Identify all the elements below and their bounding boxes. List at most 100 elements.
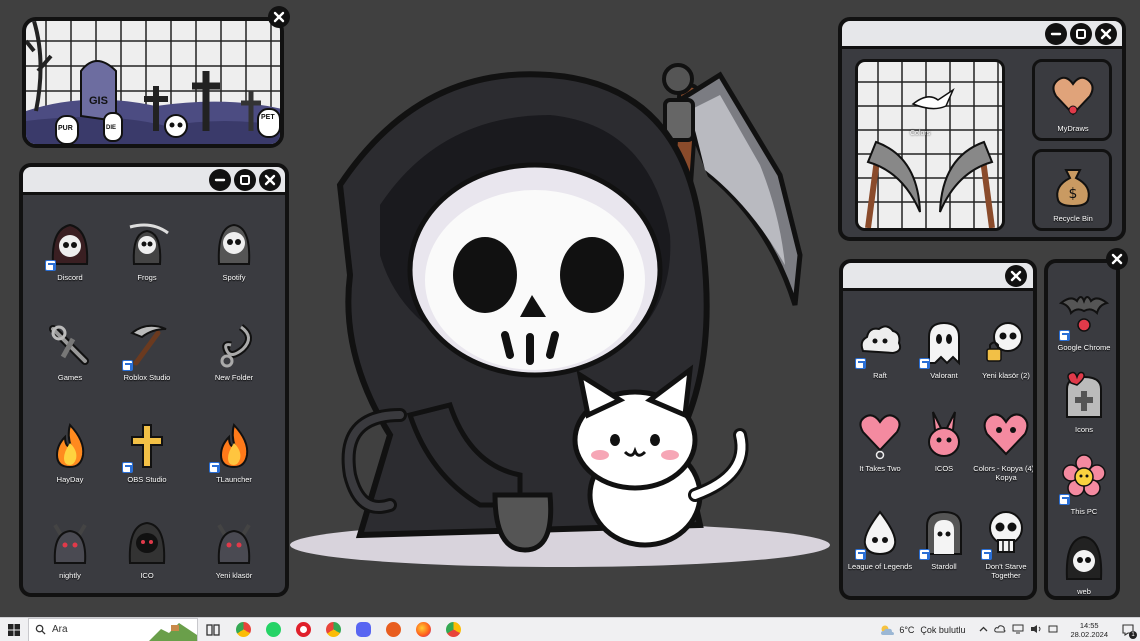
colors-grid-panel[interactable]: Colors [855, 59, 1005, 231]
minimize-button[interactable] [209, 169, 231, 191]
apps-window-titlebar[interactable] [23, 167, 285, 195]
close-button[interactable] [1095, 23, 1117, 45]
apps-window: Discord Frogs Spotify Games Roblox Studi… [19, 163, 289, 597]
close-icon [1111, 253, 1123, 265]
discord-icon [355, 622, 371, 637]
start-button[interactable] [0, 618, 28, 641]
desktop-icon-google-chrome[interactable]: Google Chrome [1049, 287, 1116, 352]
maximize-icon [1076, 29, 1086, 39]
hook-icon [220, 324, 252, 368]
minimize-button[interactable] [1045, 23, 1067, 45]
network-button[interactable] [1012, 624, 1024, 636]
desktop-icon-it-takes-two[interactable]: It Takes Two [845, 408, 915, 473]
desktop-icon-yeni-klasor[interactable]: Yeni klasör [199, 515, 269, 580]
close-icon [273, 11, 285, 23]
ghost-skull-icon [217, 223, 251, 265]
tombstone-label-gis: GIS [89, 95, 108, 107]
taskbar-discord[interactable] [348, 618, 378, 641]
close-button[interactable] [1005, 265, 1027, 287]
desktop-icon-label: Spotify [222, 273, 246, 282]
wallpaper-reaper-cat [290, 63, 830, 567]
graveyard-close-button[interactable] [268, 6, 290, 28]
close-icon [1010, 270, 1022, 282]
desktop-icon-label: TLauncher [216, 475, 252, 484]
far-right-close-button[interactable] [1106, 248, 1128, 270]
desktop-icon-spotify[interactable]: Spotify [199, 217, 269, 282]
desktop-icon-roblox-studio[interactable]: Roblox Studio [112, 317, 182, 382]
speaker-icon [1031, 625, 1041, 633]
weather-condition: Çok bulutlu [920, 625, 966, 635]
desktop-icon-stardoll[interactable]: Stardoll [909, 506, 979, 571]
chrome-icon [445, 622, 461, 637]
language-indicator[interactable] [1048, 624, 1058, 636]
desktop-icon-mydraws[interactable]: MyDraws [1032, 59, 1112, 141]
close-button[interactable] [259, 169, 281, 191]
desktop-icon-label: Colors [910, 130, 931, 137]
desktop-icon-raft[interactable]: Raft [845, 315, 915, 380]
desktop-icon-web[interactable]: web [1049, 531, 1116, 596]
desktop-icon-label: Google Chrome [1057, 343, 1111, 352]
notification-center-button[interactable]: 1 [1116, 618, 1140, 641]
keyboard-layout-icon [1048, 625, 1058, 633]
top-right-window-titlebar[interactable] [842, 21, 1122, 49]
system-tray: 6°C Çok bulutlu 14:55 28.02.2024 1 [879, 618, 1140, 641]
flame-icon [55, 423, 85, 469]
desktop-icon-obs-studio[interactable]: OBS Studio [112, 419, 182, 484]
task-view-icon [206, 623, 220, 636]
clock[interactable]: 14:55 28.02.2024 [1070, 621, 1108, 639]
weather-widget[interactable]: 6°C Çok bulutlu [879, 624, 965, 636]
desktop-icon-valorant[interactable]: Valorant [909, 315, 979, 380]
desktop-icon-games[interactable]: Games [35, 317, 105, 382]
clock-date: 28.02.2024 [1070, 630, 1108, 639]
games-window-titlebar[interactable] [843, 263, 1033, 291]
shortcut-arrow-icon [122, 360, 133, 371]
shortcut-arrow-icon [919, 549, 930, 560]
notification-count: 1 [1129, 631, 1137, 639]
taskbar: Ara 6°C Çok bulutlu 14:55 28.02.2024 1 [0, 617, 1140, 641]
desktop-icon-icos[interactable]: ICOS [909, 408, 979, 473]
taskbar-chrome[interactable] [228, 618, 258, 641]
desktop-icon-this-pc[interactable]: This PC [1049, 451, 1116, 516]
desktop-icon-label: New Folder [214, 373, 254, 382]
taskbar-chrome-2[interactable] [318, 618, 348, 641]
search-icon [35, 624, 46, 635]
taskbar-brave[interactable] [378, 618, 408, 641]
desktop-icon-discord[interactable]: Discord [35, 217, 105, 282]
desktop-icon-tlauncher[interactable]: TLauncher [199, 419, 269, 484]
minimize-icon [1050, 32, 1062, 36]
graveyard-window: GIS PUR DIE PET [22, 17, 284, 148]
desktop-icon-dont-starve-together[interactable]: Don't Starve Together [971, 506, 1033, 580]
desktop-icon-label: It Takes Two [859, 464, 901, 473]
desktop-icon-label: League of Legends [847, 562, 913, 571]
taskbar-search-box[interactable]: Ara [28, 617, 198, 641]
taskbar-whatsapp[interactable] [258, 618, 288, 641]
tombstone-label-die: DIE [106, 125, 117, 131]
maximize-button[interactable] [234, 169, 256, 191]
desktop-icon-icons[interactable]: Icons [1049, 369, 1116, 434]
desktop-icon-label: Yeni klasör (2) [982, 371, 1030, 380]
chrome-icon [325, 622, 341, 637]
desktop-icon-hayday[interactable]: HayDay [35, 419, 105, 484]
desktop-icon-recycle-bin[interactable]: $ Recycle Bin [1032, 149, 1112, 231]
desktop-icon-colors-kopya[interactable]: Colors - Kopya (4) - Kopya [971, 408, 1033, 482]
shortcut-arrow-icon [1059, 330, 1070, 341]
desktop-icon-label: OBS Studio [127, 475, 167, 484]
desktop-icon-yeni-klasor-2[interactable]: Yeni klasör (2) [971, 315, 1033, 380]
onedrive-button[interactable] [994, 624, 1006, 636]
taskbar-chrome-3[interactable] [438, 618, 468, 641]
taskbar-opera[interactable] [288, 618, 318, 641]
taskbar-task-view[interactable] [198, 618, 228, 641]
maximize-button[interactable] [1070, 23, 1092, 45]
desktop-icon-label: Yeni klasör [215, 571, 253, 580]
volume-button[interactable] [1030, 624, 1042, 636]
desktop-icon-label: Recycle Bin [1053, 214, 1093, 223]
taskbar-firefox[interactable] [408, 618, 438, 641]
desktop-icon-ico[interactable]: ICO [112, 515, 182, 580]
desktop-icon-label: Frogs [137, 273, 157, 282]
desktop-icon-label: Games [57, 373, 83, 382]
desktop-icon-nightly[interactable]: nightly [35, 515, 105, 580]
desktop-icon-frogs[interactable]: Frogs [112, 217, 182, 282]
show-hidden-icons-button[interactable] [979, 625, 988, 636]
desktop-icon-league-of-legends[interactable]: League of Legends [845, 506, 915, 571]
desktop-icon-new-folder[interactable]: New Folder [199, 317, 269, 382]
